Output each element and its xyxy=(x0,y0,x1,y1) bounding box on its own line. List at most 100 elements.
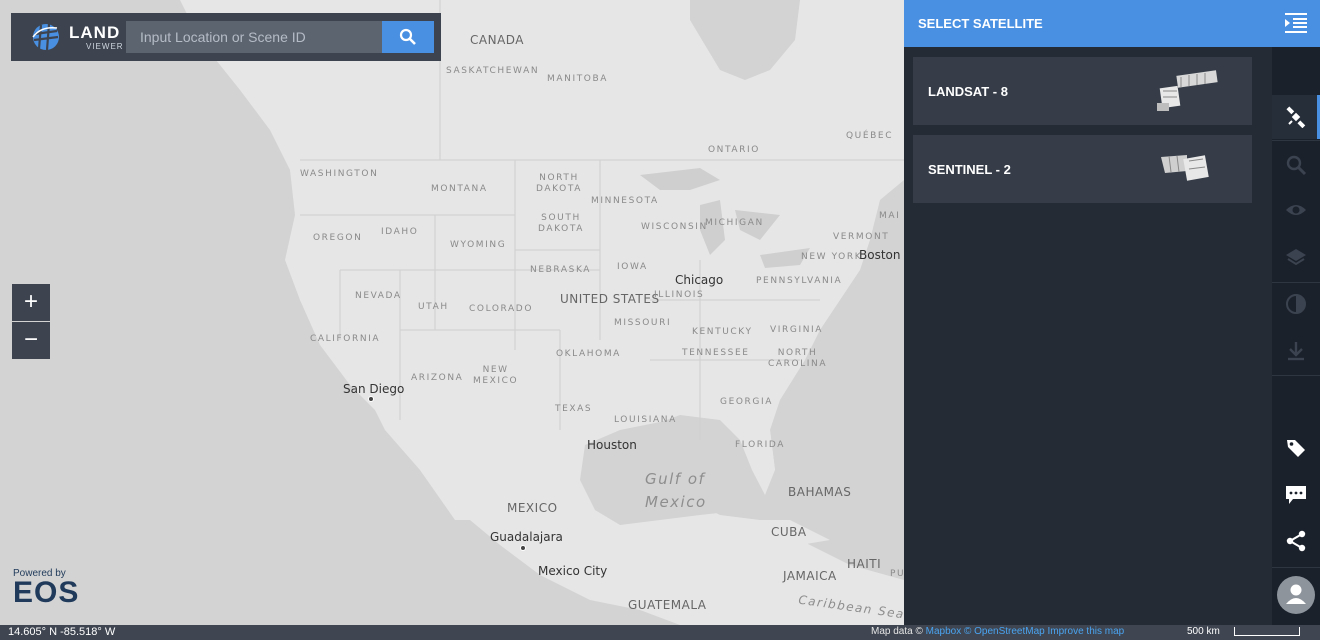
region-label: MISSOURI xyxy=(614,318,672,328)
landviewer-logo[interactable]: LAND VIEWER xyxy=(29,19,129,55)
openstreetmap-link[interactable]: © OpenStreetMap xyxy=(964,626,1045,637)
region-label: IDAHO xyxy=(381,227,419,237)
region-label: FLORIDA xyxy=(735,440,785,450)
panel-title: SELECT SATELLITE xyxy=(918,16,1043,31)
eye-icon xyxy=(1286,205,1306,215)
logo-subtext: VIEWER xyxy=(86,42,124,51)
search-input[interactable] xyxy=(126,21,382,53)
search-bar: LAND VIEWER xyxy=(11,13,441,61)
tag-icon xyxy=(1287,440,1305,457)
region-label: ARIZONA xyxy=(411,373,464,383)
region-label: OREGON xyxy=(313,233,363,243)
country-label: UNITED STATES xyxy=(560,292,660,306)
satellite-card-landsat-8[interactable]: LANDSAT - 8 xyxy=(913,57,1252,125)
download-icon xyxy=(1288,342,1304,361)
city-label: Houston xyxy=(587,438,637,452)
tool-download[interactable] xyxy=(1272,329,1320,373)
region-label: NORTH CAROLINA xyxy=(768,348,828,369)
map-canvas[interactable]: CANADA UNITED STATES MEXICO BAHAMAS CUBA JAMA… xyxy=(0,0,904,625)
city-label: San Diego xyxy=(343,382,405,396)
city-label: Guadalajara xyxy=(490,530,563,544)
region-label: VIRGINIA xyxy=(770,325,824,335)
search-icon xyxy=(1286,155,1307,176)
menu-icon xyxy=(1285,13,1307,33)
region-label: ONTARIO xyxy=(708,145,760,155)
globe-icon xyxy=(32,23,59,51)
region-label: MAI xyxy=(879,211,901,221)
panel-header: SELECT SATELLITE xyxy=(904,0,1272,47)
tool-comments[interactable] xyxy=(1272,473,1320,517)
region-label: PENNSYLVANIA xyxy=(756,276,843,286)
region-label: MICHIGAN xyxy=(705,218,764,228)
share-icon xyxy=(1286,530,1306,552)
region-label: UTAH xyxy=(418,302,449,312)
search-icon xyxy=(399,28,416,45)
city-label: Mexico City xyxy=(538,564,608,578)
water-label: Mexico xyxy=(645,493,707,511)
toolbar-divider xyxy=(1272,140,1320,141)
tool-contrast[interactable] xyxy=(1272,282,1320,326)
comment-icon xyxy=(1286,486,1306,504)
region-label: SOUTH DAKOTA xyxy=(538,213,584,234)
user-icon xyxy=(1286,584,1306,604)
region-label: WYOMING xyxy=(450,240,507,250)
tool-tags[interactable] xyxy=(1272,426,1320,470)
satellite-panel: SELECT SATELLITE LANDSAT - 8 SENTINEL - … xyxy=(904,0,1272,625)
satellite-icon xyxy=(1286,106,1306,128)
water-label: Gulf of xyxy=(645,470,706,488)
region-label: VERMONT xyxy=(833,232,890,242)
map-attribution: Map data © Mapbox © OpenStreetMap Improv… xyxy=(871,626,1124,637)
region-label: QUÉBEC xyxy=(846,131,894,141)
layers-icon xyxy=(1286,249,1306,266)
toolbar-divider xyxy=(1272,375,1320,376)
region-label: COLORADO xyxy=(469,304,534,314)
scale-label: 500 km xyxy=(1187,626,1220,637)
tool-share[interactable] xyxy=(1272,519,1320,563)
country-label: CANADA xyxy=(470,33,525,47)
city-label: Chicago xyxy=(675,273,724,287)
eos-logo: EOS xyxy=(13,576,80,609)
tool-satellite[interactable] xyxy=(1272,95,1320,139)
zoom-out-button[interactable]: − xyxy=(12,322,50,359)
tool-layers[interactable] xyxy=(1272,235,1320,279)
tool-search[interactable] xyxy=(1272,143,1320,187)
mapbox-link[interactable]: Mapbox xyxy=(926,626,962,637)
country-label: HAITI xyxy=(847,557,882,571)
region-label: OKLAHOMA xyxy=(556,349,621,359)
region-label: LOUISIANA xyxy=(614,415,677,425)
sentinel-satellite-icon xyxy=(1161,155,1209,181)
tool-view[interactable] xyxy=(1272,188,1320,232)
menu-button[interactable] xyxy=(1272,0,1320,47)
cursor-coordinates: 14.605° N -85.518° W xyxy=(8,626,116,638)
satellite-name: SENTINEL - 2 xyxy=(928,162,1011,177)
attribution-prefix: Map data © xyxy=(871,626,923,637)
user-avatar-button[interactable] xyxy=(1277,576,1315,614)
region-label: ILLINOIS xyxy=(654,290,705,300)
powered-by-eos[interactable]: Powered by EOS xyxy=(13,568,80,609)
country-label: MEXICO xyxy=(507,501,558,515)
region-label: TEXAS xyxy=(555,404,593,414)
improve-map-link[interactable]: Improve this map xyxy=(1048,626,1125,637)
country-label: GUATEMALA xyxy=(628,598,707,612)
region-label: IOWA xyxy=(617,262,648,272)
status-bar: 14.605° N -85.518° W Map data © Mapbox ©… xyxy=(0,625,1320,640)
satellite-card-sentinel-2[interactable]: SENTINEL - 2 xyxy=(913,135,1252,203)
region-label: WASHINGTON xyxy=(300,169,379,179)
region-label: KENTUCKY xyxy=(692,327,753,337)
region-label: NEBRASKA xyxy=(530,265,592,275)
zoom-in-button[interactable]: + xyxy=(12,284,50,321)
logo-text: LAND xyxy=(69,23,121,42)
region-label: WISCONSIN xyxy=(641,222,708,232)
country-label: BAHAMAS xyxy=(788,485,852,499)
country-label: JAMAICA xyxy=(783,569,837,583)
region-label: CALIFORNIA xyxy=(310,334,381,344)
region-label: TENNESSEE xyxy=(682,348,750,358)
landsat-satellite-icon xyxy=(1157,70,1218,111)
city-marker xyxy=(520,545,526,551)
region-label: GEORGIA xyxy=(720,397,773,407)
right-toolbar xyxy=(1272,0,1320,625)
region-label: NEVADA xyxy=(355,291,402,301)
region-label: MONTANA xyxy=(431,184,488,194)
toolbar-divider xyxy=(1272,567,1320,568)
search-button[interactable] xyxy=(382,21,434,53)
